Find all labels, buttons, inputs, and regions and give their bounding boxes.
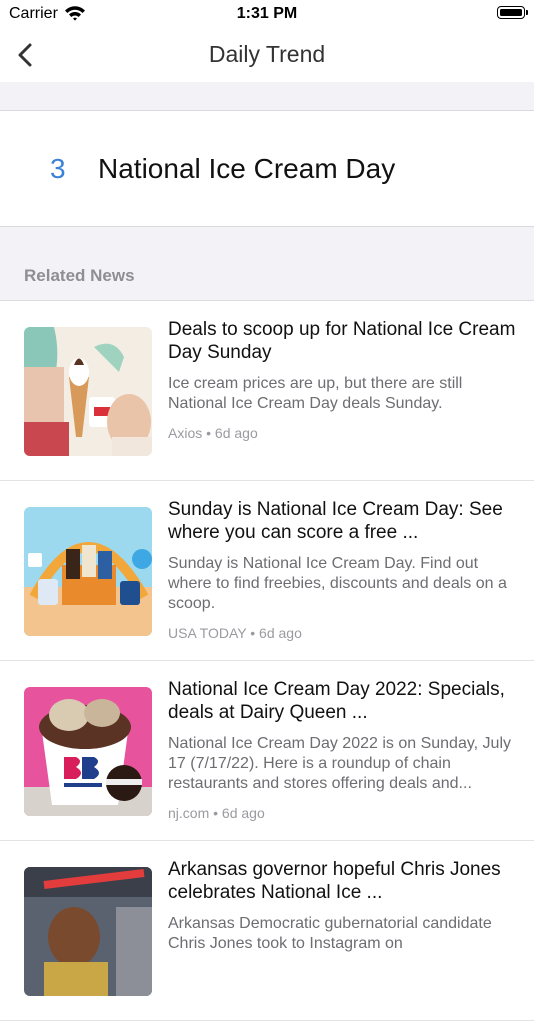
news-item[interactable]: Deals to scoop up for National Ice Cream… bbox=[0, 301, 534, 481]
clock: 1:31 PM bbox=[236, 5, 298, 22]
meta-separator: • bbox=[213, 805, 219, 821]
section-spacer bbox=[0, 82, 534, 111]
news-thumbnail bbox=[24, 867, 152, 996]
related-news-header: Related News bbox=[0, 227, 534, 301]
news-source: USA TODAY bbox=[168, 625, 247, 641]
news-time: 6d ago bbox=[221, 805, 265, 821]
trend-title: National Ice Cream Day bbox=[98, 153, 396, 184]
news-thumbnail bbox=[24, 327, 152, 456]
news-title: National Ice Cream Day 2022: Specials, d… bbox=[168, 679, 505, 723]
meta-separator: • bbox=[250, 625, 256, 641]
news-meta: nj.com • 6d ago bbox=[168, 805, 265, 821]
news-time: 6d ago bbox=[259, 625, 302, 641]
battery-icon bbox=[497, 6, 525, 19]
news-title: Sunday is National Ice Cream Day: See wh… bbox=[168, 499, 503, 543]
news-summary: Sunday is National Ice Cream Day. Find o… bbox=[168, 555, 507, 612]
news-thumbnail bbox=[24, 507, 152, 636]
news-summary: National Ice Cream Day 2022 is on Sunday… bbox=[168, 735, 511, 792]
meta-separator: • bbox=[206, 425, 212, 441]
news-thumbnail bbox=[24, 687, 152, 816]
news-summary: Arkansas Democratic gubernatorial candid… bbox=[168, 915, 492, 952]
news-time: 6d ago bbox=[214, 425, 258, 441]
trend-rank: 3 bbox=[50, 153, 66, 184]
battery-tip bbox=[526, 10, 528, 15]
news-item[interactable]: Sunday is National Ice Cream Day: See wh… bbox=[0, 481, 534, 661]
news-source: Axios bbox=[168, 425, 203, 441]
news-meta: USA TODAY • 6d ago bbox=[168, 625, 302, 641]
related-news-label: Related News bbox=[24, 266, 135, 285]
page-title: Daily Trend bbox=[208, 41, 326, 67]
navigation-bar: Daily Trend bbox=[0, 28, 534, 82]
status-bar: Carrier 1:31 PM bbox=[0, 0, 534, 28]
news-list: Deals to scoop up for National Ice Cream… bbox=[0, 301, 534, 1021]
news-title: Arkansas governor hopeful Chris Jones ce… bbox=[168, 859, 501, 903]
trend-row: 3 National Ice Cream Day bbox=[0, 111, 534, 227]
news-source: nj.com bbox=[168, 805, 210, 821]
news-item[interactable]: Arkansas governor hopeful Chris Jones ce… bbox=[0, 841, 534, 1021]
news-title: Deals to scoop up for National Ice Cream… bbox=[168, 319, 516, 363]
news-item[interactable]: National Ice Cream Day 2022: Specials, d… bbox=[0, 661, 534, 841]
news-meta: Axios • 6d ago bbox=[168, 425, 258, 441]
news-summary: Ice cream prices are up, but there are s… bbox=[168, 375, 463, 412]
